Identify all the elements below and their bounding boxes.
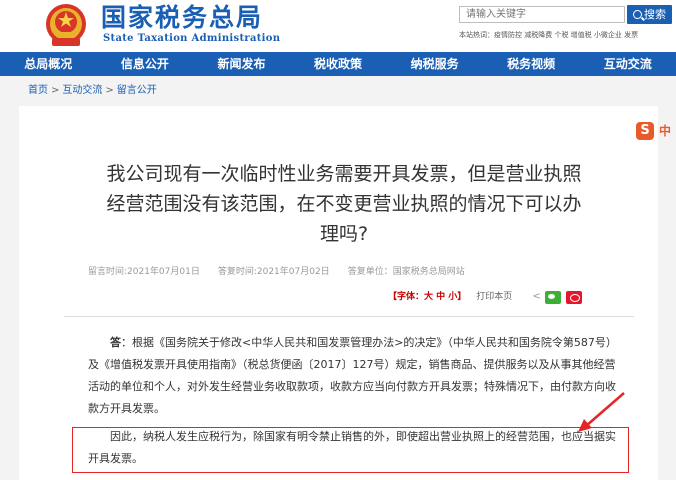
sogou-input-icon[interactable]: S [636,122,654,140]
hot-words: 本站热词：疫情防控 减税降费 个税 增值税 小微企业 发票 [459,30,638,40]
search-button[interactable]: 搜索 [627,5,672,24]
breadcrumb-separator: > [51,85,60,96]
font-size-label: 【字体： [388,292,425,302]
answer-label: 答 [110,336,121,349]
breadcrumb-home[interactable]: 首页 [28,85,48,96]
search-input[interactable] [459,6,625,23]
reply-time: 答复时间:2021年07月02日 [217,267,330,277]
hot-words-label: 本站热词： [459,31,494,39]
article-title: 我公司现有一次临时性业务需要开具发票，但是营业执照经营范围没有该范围，在不变更营… [106,163,582,245]
article-tools: 【字体： 大 中 小】 打印本页 < [388,290,582,304]
national-emblem-icon [46,4,86,46]
wechat-icon[interactable] [544,290,561,304]
ask-time: 留言时间:2021年07月01日 [88,267,200,277]
sogou-input-mode[interactable]: 中 [659,123,671,139]
main-nav: 总局概况 信息公开 新闻发布 税收政策 纳税服务 税务视频 互动交流 [0,52,676,76]
answer-paragraph-1: 答：根据《国务院关于修改<中华人民共和国发票管理办法>的决定》（中华人民共和国务… [88,332,616,420]
divider [64,316,634,317]
nav-item-news[interactable]: 新闻发布 [193,52,290,76]
article-meta: 留言时间:2021年07月01日 答复时间:2021年07月02日 答复单位：国家税… [88,266,483,278]
reply-unit: 答复单位：国家税务总局网站 [347,267,465,277]
hot-words-list[interactable]: 疫情防控 减税降费 个税 增值税 小微企业 发票 [494,31,638,39]
site-title[interactable]: 国家税务总局 [101,3,263,33]
search-icon [633,10,642,19]
font-size-options[interactable]: 大 中 小】 [424,290,466,304]
breadcrumb: 首页 > 互动交流 > 留言公开 [28,84,157,98]
breadcrumb-separator: > [105,85,114,96]
breadcrumb-messages[interactable]: 留言公开 [117,85,157,96]
nav-item-disclosure[interactable]: 信息公开 [97,52,194,76]
nav-item-overview[interactable]: 总局概况 [0,52,97,76]
nav-item-policy[interactable]: 税收政策 [290,52,387,76]
highlight-box [72,427,629,473]
search-button-label: 搜索 [644,8,666,21]
nav-item-interaction[interactable]: 互动交流 [579,52,676,76]
answer-text-1: ：根据《国务院关于修改<中华人民共和国发票管理办法>的决定》（中华人民共和国务院… [88,336,616,415]
share-icon[interactable]: < [532,290,540,304]
weibo-icon[interactable] [565,290,582,304]
nav-item-video[interactable]: 税务视频 [483,52,580,76]
site-header: 国家税务总局 State Taxation Administration 搜索 … [0,0,676,52]
print-button[interactable]: 打印本页 [476,290,512,304]
nav-item-service[interactable]: 纳税服务 [386,52,483,76]
breadcrumb-interaction[interactable]: 互动交流 [62,85,102,96]
site-subtitle: State Taxation Administration [103,33,281,44]
